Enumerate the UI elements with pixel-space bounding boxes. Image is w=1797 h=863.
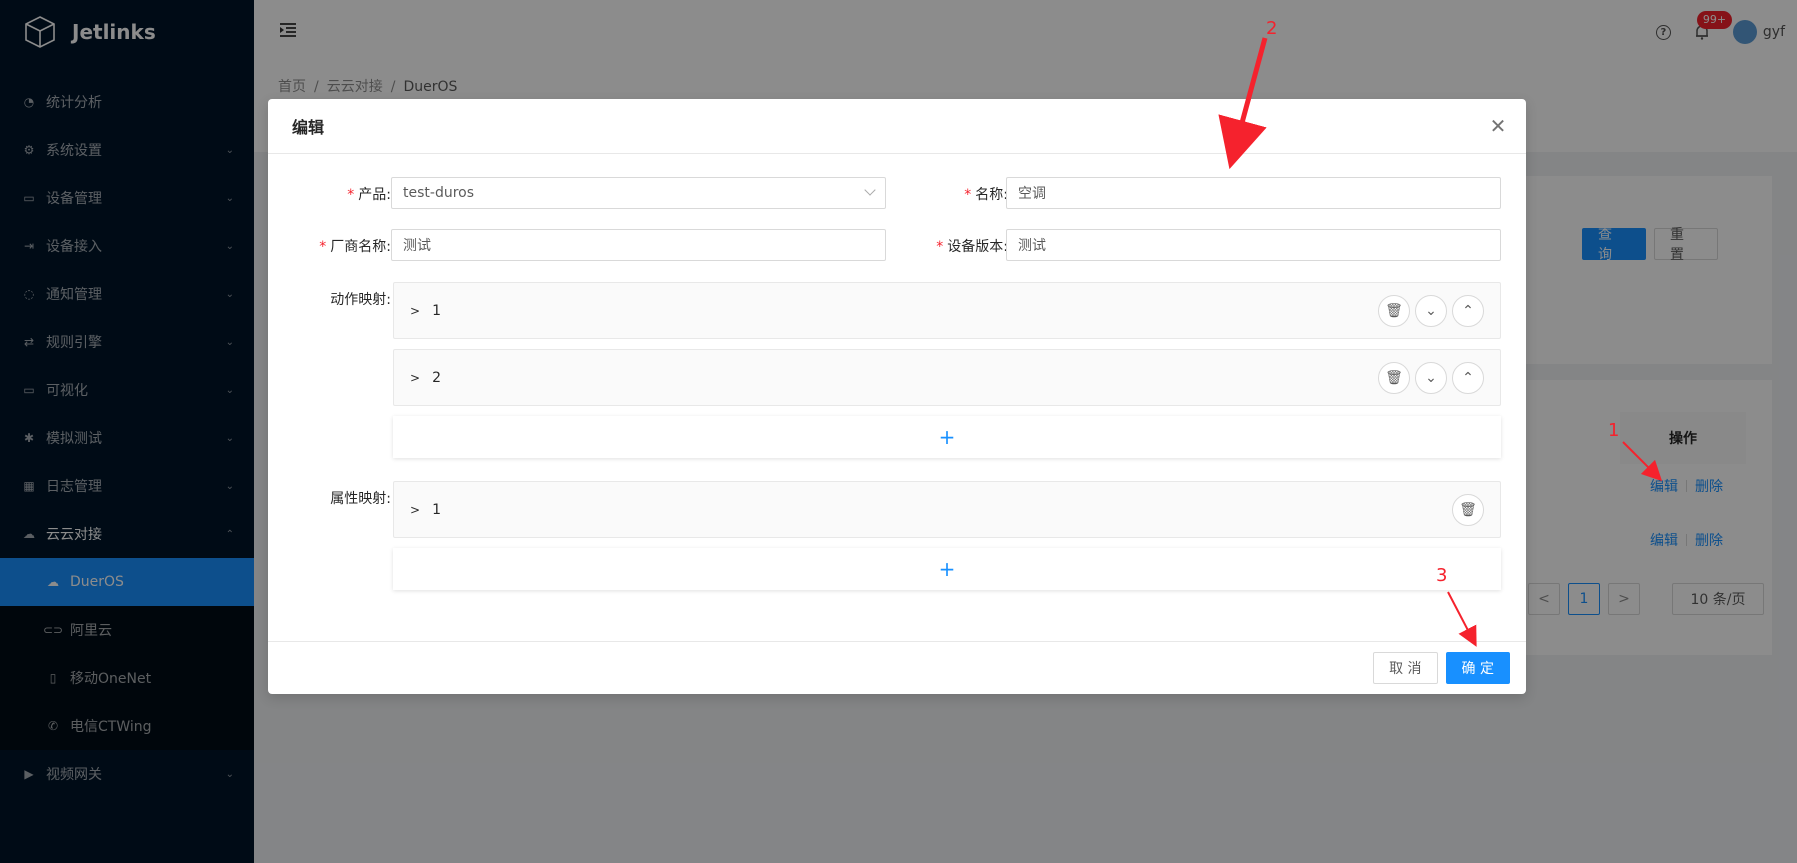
add-action-button[interactable]: + — [393, 416, 1501, 458]
modal-footer: 取 消 确 定 — [268, 641, 1526, 694]
annotation-number-3: 3 — [1436, 565, 1448, 586]
close-icon[interactable]: ✕ — [1488, 116, 1508, 136]
name-label: * 名称: — [964, 187, 1008, 203]
chevron-right-icon[interactable]: > — [410, 304, 420, 318]
delete-icon[interactable]: 🗑 — [1378, 295, 1410, 327]
modal-title: 编辑 — [292, 118, 325, 137]
panel-tools: 🗑 ⌄ ⌃ — [1378, 362, 1484, 394]
name-input[interactable]: 空调 — [1006, 177, 1501, 209]
action-panel[interactable]: > 1 🗑 ⌄ ⌃ — [393, 282, 1501, 339]
cancel-button[interactable]: 取 消 — [1373, 652, 1438, 684]
property-mapping-label: 属性映射: — [330, 491, 391, 507]
required-mark: * — [319, 239, 327, 255]
edit-modal: 编辑 ✕ * 产品: test-duros * 名称: 空调 * 厂商名称: 测试 *… — [268, 99, 1526, 694]
add-property-button[interactable]: + — [393, 548, 1501, 590]
chevron-up-icon[interactable]: ⌃ — [1452, 362, 1484, 394]
vendor-input[interactable]: 测试 — [391, 229, 886, 261]
required-mark: * — [936, 239, 944, 255]
chevron-down-icon — [864, 184, 876, 196]
required-mark: * — [964, 187, 972, 203]
product-label: * 产品: — [347, 187, 391, 203]
action-panel[interactable]: > 2 🗑 ⌄ ⌃ — [393, 349, 1501, 406]
annotation-number-2: 2 — [1266, 18, 1278, 39]
delete-icon[interactable]: 🗑 — [1378, 362, 1410, 394]
device-version-input[interactable]: 测试 — [1006, 229, 1501, 261]
required-mark: * — [347, 187, 355, 203]
ok-button[interactable]: 确 定 — [1445, 652, 1510, 684]
action-mapping-label: 动作映射: — [330, 292, 391, 308]
annotation-number-1: 1 — [1608, 420, 1620, 441]
chevron-right-icon[interactable]: > — [410, 371, 420, 385]
property-panel[interactable]: > 1 🗑 — [393, 481, 1501, 538]
chevron-up-icon[interactable]: ⌃ — [1452, 295, 1484, 327]
panel-tools: 🗑 — [1452, 494, 1484, 526]
chevron-down-icon[interactable]: ⌄ — [1415, 295, 1447, 327]
modal-header: 编辑 ✕ — [268, 99, 1526, 154]
delete-icon[interactable]: 🗑 — [1452, 494, 1484, 526]
product-select[interactable]: test-duros — [391, 177, 886, 209]
chevron-down-icon[interactable]: ⌄ — [1415, 362, 1447, 394]
panel-tools: 🗑 ⌄ ⌃ — [1378, 295, 1484, 327]
vendor-label: * 厂商名称: — [319, 239, 391, 255]
device-version-label: * 设备版本: — [936, 239, 1008, 255]
chevron-right-icon[interactable]: > — [410, 503, 420, 517]
